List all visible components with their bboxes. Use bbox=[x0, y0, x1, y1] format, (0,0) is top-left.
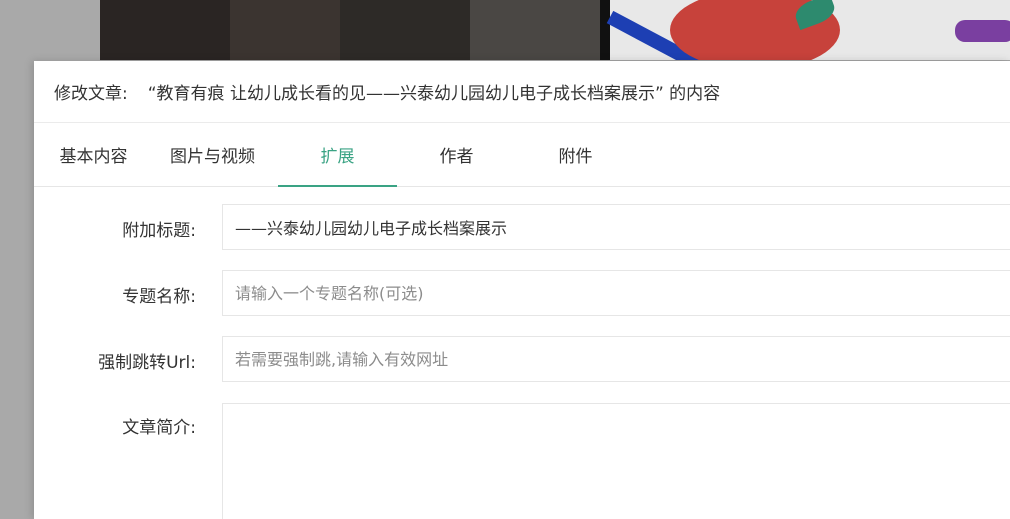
form-row-summary: 文章简介: bbox=[34, 403, 1010, 519]
topic-input[interactable] bbox=[222, 270, 1010, 316]
summary-textarea[interactable] bbox=[222, 403, 1010, 519]
tab-extension[interactable]: 扩展 bbox=[278, 123, 397, 187]
subtitle-label: 附加标题: bbox=[122, 221, 196, 241]
background-poster-image bbox=[606, 0, 1010, 60]
form-row-topic: 专题名称: bbox=[34, 270, 1010, 316]
dialog-title-label: 修改文章: bbox=[54, 84, 128, 104]
background-photo bbox=[100, 0, 1010, 60]
tab-author[interactable]: 作者 bbox=[397, 123, 516, 186]
dialog-header: 修改文章: “教育有痕 让幼儿成长看的见——兴泰幼儿园幼儿电子成长档案展示” 的… bbox=[34, 61, 1010, 123]
form-row-redirect-url: 强制跳转Url: bbox=[34, 336, 1010, 382]
tab-attachments[interactable]: 附件 bbox=[516, 123, 635, 186]
redirect-url-label: 强制跳转Url: bbox=[98, 353, 196, 373]
summary-label: 文章简介: bbox=[122, 418, 196, 438]
dialog-title-text: “教育有痕 让幼儿成长看的见——兴泰幼儿园幼儿电子成长档案展示” 的内容 bbox=[147, 84, 721, 104]
edit-article-dialog: 修改文章: “教育有痕 让幼儿成长看的见——兴泰幼儿园幼儿电子成长档案展示” 的… bbox=[34, 61, 1010, 519]
redirect-url-input[interactable] bbox=[222, 336, 1010, 382]
tab-basic-content[interactable]: 基本内容 bbox=[34, 123, 153, 186]
topic-label: 专题名称: bbox=[122, 287, 196, 307]
subtitle-input[interactable] bbox=[222, 204, 1010, 250]
tab-images-videos[interactable]: 图片与视频 bbox=[153, 123, 272, 186]
tab-bar: 基本内容 图片与视频 扩展 作者 附件 bbox=[34, 123, 1010, 187]
form-row-subtitle: 附加标题: bbox=[34, 204, 1010, 250]
